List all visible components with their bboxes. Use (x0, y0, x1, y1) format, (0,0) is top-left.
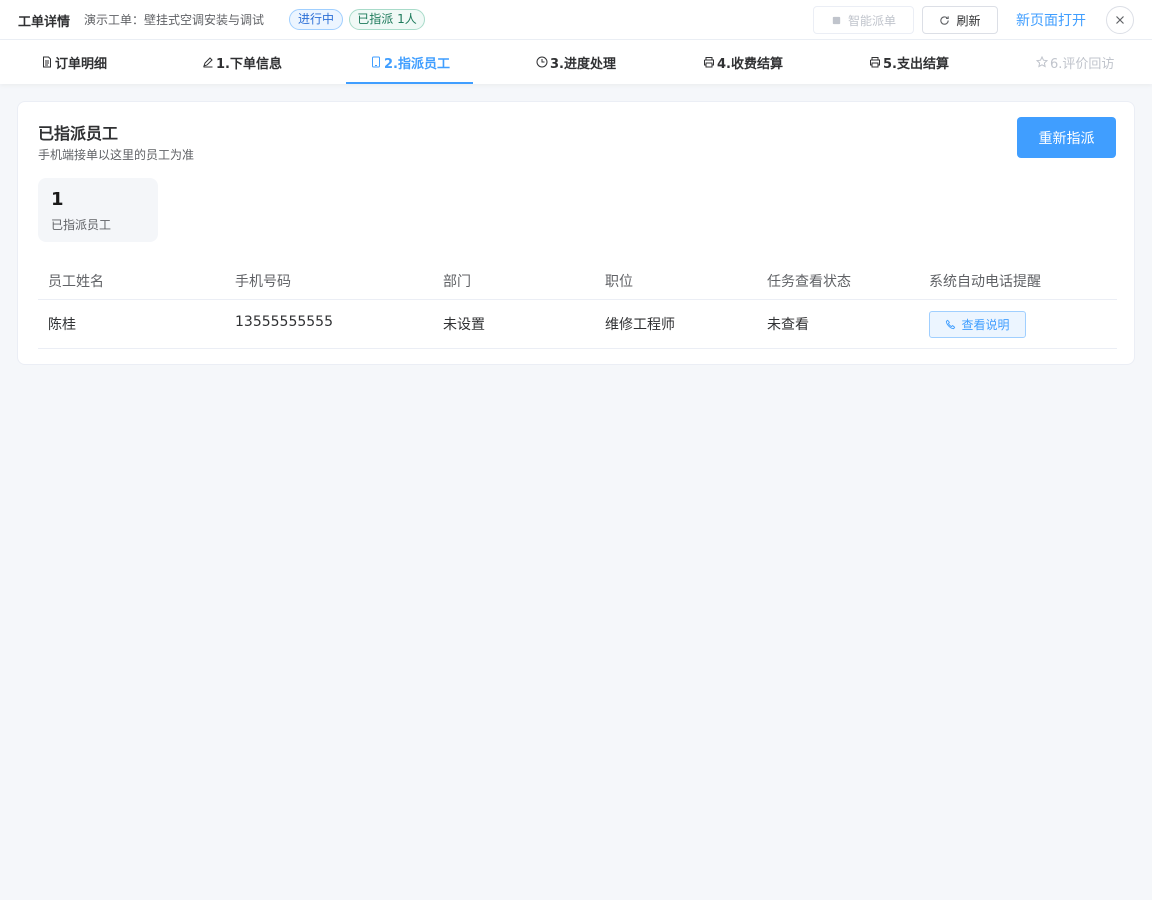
close-button[interactable] (1106, 6, 1134, 34)
smart-dispatch-button[interactable]: 智能派单 (813, 6, 914, 34)
tab-bar: 订单明细 1.下单信息 2.指派员工 3.进度处理 4.收费结算 5.支出结算 … (0, 40, 1152, 84)
close-icon (1116, 16, 1124, 24)
work-order-subtitle: 演示工单：壁挂式空调安装与调试 (84, 13, 265, 27)
column-header: 部门 (443, 274, 471, 290)
refresh-icon (940, 15, 950, 25)
open-new-page-link[interactable]: 新页面打开 (1016, 10, 1086, 30)
tab-label: 1.下单信息 (216, 56, 282, 72)
printer-icon (704, 57, 714, 68)
tab-review-followup[interactable]: 6.评价回访 (1036, 40, 1114, 84)
reassign-button[interactable]: 重新指派 (1017, 117, 1116, 158)
tab-charge-settlement[interactable]: 4.收费结算 (703, 40, 783, 84)
tab-label: 2.指派员工 (384, 56, 450, 72)
header-bar: 工单详情 演示工单：壁挂式空调安装与调试 进行中 已指派 1人 智能派单 刷新 … (0, 0, 1152, 40)
refresh-label: 刷新 (956, 13, 981, 28)
assigned-count-badge: 已指派 1人 (349, 9, 425, 30)
assigned-staff-card: 已指派员工 手机端接单以这里的员工为准 重新指派 1 已指派员工 员工姓名 手机… (17, 101, 1135, 365)
table-row: 陈桂 13555555555 未设置 维修工程师 未查看 查看说明 (38, 300, 1117, 349)
tab-order-details[interactable]: 订单明细 (41, 40, 107, 84)
cell-name: 陈桂 (48, 317, 76, 333)
tab-label: 6.评价回访 (1050, 56, 1115, 72)
printer-icon (870, 57, 880, 68)
table-header: 员工姓名 手机号码 部门 职位 任务查看状态 系统自动电话提醒 (38, 262, 1117, 300)
tab-order-info[interactable]: 1.下单信息 (202, 40, 282, 84)
tab-assign-staff[interactable]: 2.指派员工 (346, 40, 473, 84)
phone-icon (946, 319, 956, 330)
assigned-count-stat: 1 已指派员工 (38, 178, 158, 242)
page-title: 工单详情 (18, 15, 71, 30)
tab-expense-settlement[interactable]: 5.支出结算 (869, 40, 949, 84)
cell-view-status: 未查看 (767, 317, 809, 333)
cell-phone: 13555555555 (235, 314, 333, 330)
document-icon (43, 56, 51, 68)
cell-position: 维修工程师 (605, 317, 675, 333)
smart-dispatch-label: 智能派单 (847, 13, 896, 28)
column-header: 职位 (605, 274, 633, 290)
star-icon (1036, 56, 1048, 68)
status-badge: 进行中 (289, 9, 343, 30)
column-header: 系统自动电话提醒 (929, 274, 1041, 290)
tablet-icon (372, 56, 380, 68)
cell-department: 未设置 (443, 317, 485, 333)
stat-value: 1 (51, 189, 64, 210)
stat-label: 已指派员工 (51, 218, 112, 232)
tab-label: 订单明细 (55, 56, 108, 72)
column-header: 员工姓名 (48, 274, 104, 290)
dispatch-icon (832, 16, 841, 24)
tab-label: 4.收费结算 (717, 56, 783, 72)
card-description: 手机端接单以这里的员工为准 (38, 148, 195, 162)
refresh-button[interactable]: 刷新 (922, 6, 998, 34)
view-instructions-button[interactable]: 查看说明 (929, 311, 1026, 338)
column-header: 任务查看状态 (767, 274, 851, 290)
tab-label: 3.进度处理 (550, 56, 616, 72)
tab-progress[interactable]: 3.进度处理 (536, 40, 616, 84)
card-title: 已指派员工 (38, 124, 119, 143)
pen-icon (203, 57, 213, 68)
tab-label: 5.支出结算 (883, 56, 949, 72)
view-instructions-label: 查看说明 (961, 318, 1010, 332)
column-header: 手机号码 (235, 274, 291, 290)
clock-icon (536, 56, 548, 68)
